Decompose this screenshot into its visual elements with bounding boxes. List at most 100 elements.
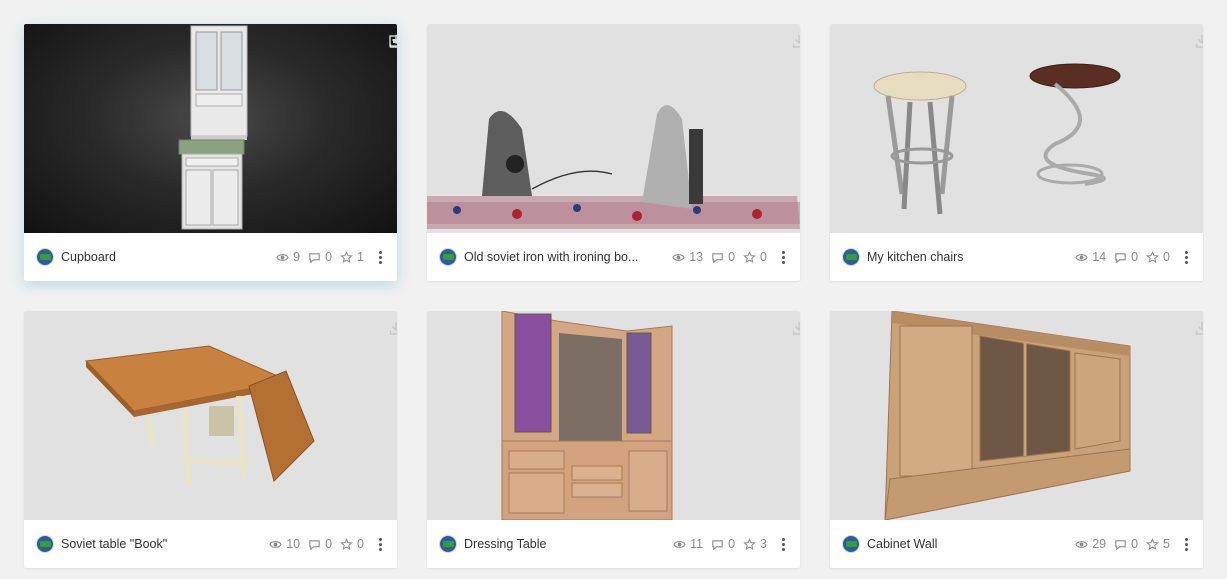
model-card[interactable]: Cupboard 9 0 1 bbox=[24, 24, 397, 281]
views-count: 10 bbox=[286, 537, 301, 551]
model-thumbnail[interactable] bbox=[427, 24, 800, 233]
avatar[interactable] bbox=[842, 535, 860, 553]
download-icon[interactable] bbox=[792, 34, 800, 48]
comment-icon bbox=[309, 539, 320, 550]
more-options-icon[interactable] bbox=[374, 535, 386, 553]
likes-stat[interactable]: 0 bbox=[1146, 250, 1170, 264]
download-icon[interactable] bbox=[389, 321, 397, 335]
avatar[interactable] bbox=[36, 248, 54, 266]
model-card[interactable]: Dressing Table 11 0 3 bbox=[427, 311, 800, 568]
cupboard-preview bbox=[178, 25, 248, 230]
download-icon[interactable] bbox=[1195, 34, 1203, 48]
download-icon[interactable] bbox=[792, 321, 800, 335]
comments-stat: 0 bbox=[1114, 250, 1138, 264]
model-footer: Cabinet Wall 29 0 5 bbox=[830, 520, 1203, 568]
views-stat: 11 bbox=[673, 537, 703, 551]
model-card[interactable]: Old soviet iron with ironing bo... 13 0 … bbox=[427, 24, 800, 281]
model-title[interactable]: Soviet table "Book" bbox=[61, 537, 261, 551]
likes-count: 5 bbox=[1163, 537, 1170, 551]
download-icon[interactable] bbox=[389, 34, 397, 48]
comments-count: 0 bbox=[728, 250, 736, 264]
model-title[interactable]: Old soviet iron with ironing bo... bbox=[464, 250, 664, 264]
eye-icon bbox=[276, 253, 289, 261]
star-icon bbox=[340, 250, 353, 263]
model-thumbnail[interactable] bbox=[427, 311, 800, 520]
model-stats: 10 0 0 bbox=[269, 537, 364, 551]
model-stats: 11 0 3 bbox=[673, 537, 767, 551]
star-icon bbox=[1146, 537, 1159, 550]
comments-stat: 0 bbox=[1114, 537, 1138, 551]
model-footer: My kitchen chairs 14 0 0 bbox=[830, 233, 1203, 281]
model-footer: Soviet table "Book" 10 0 0 bbox=[24, 520, 397, 568]
likes-count: 0 bbox=[760, 250, 767, 264]
model-footer: Old soviet iron with ironing bo... 13 0 … bbox=[427, 233, 800, 281]
comments-count: 0 bbox=[728, 537, 736, 551]
model-card[interactable]: Soviet table "Book" 10 0 0 bbox=[24, 311, 397, 568]
star-icon bbox=[743, 537, 756, 550]
likes-stat[interactable]: 5 bbox=[1146, 537, 1170, 551]
model-title[interactable]: Cupboard bbox=[61, 250, 268, 264]
more-options-icon[interactable] bbox=[1180, 248, 1192, 266]
iron-preview bbox=[427, 105, 800, 229]
avatar[interactable] bbox=[439, 248, 457, 266]
comments-stat: 0 bbox=[308, 250, 332, 264]
views-count: 14 bbox=[1092, 250, 1107, 264]
model-card[interactable]: My kitchen chairs 14 0 0 bbox=[830, 24, 1203, 281]
model-stats: 14 0 0 bbox=[1075, 250, 1170, 264]
likes-stat[interactable]: 3 bbox=[743, 537, 767, 551]
model-title[interactable]: My kitchen chairs bbox=[867, 250, 1067, 264]
model-card[interactable]: Cabinet Wall 29 0 5 bbox=[830, 311, 1203, 568]
model-thumbnail[interactable] bbox=[830, 311, 1203, 520]
views-count: 11 bbox=[690, 537, 704, 551]
model-stats: 9 0 1 bbox=[276, 250, 364, 264]
views-stat: 14 bbox=[1075, 250, 1106, 264]
eye-icon bbox=[672, 253, 685, 261]
star-icon bbox=[340, 537, 353, 550]
likes-stat[interactable]: 1 bbox=[340, 250, 364, 264]
stools-preview bbox=[873, 63, 1121, 215]
comments-stat: 0 bbox=[308, 537, 332, 551]
comment-icon bbox=[1115, 539, 1126, 550]
avatar[interactable] bbox=[842, 248, 860, 266]
views-count: 13 bbox=[689, 250, 704, 264]
views-count: 29 bbox=[1092, 537, 1107, 551]
model-title[interactable]: Cabinet Wall bbox=[867, 537, 1067, 551]
avatar[interactable] bbox=[439, 535, 457, 553]
likes-count: 0 bbox=[1163, 250, 1170, 264]
model-stats: 13 0 0 bbox=[672, 250, 767, 264]
comments-count: 0 bbox=[325, 537, 333, 551]
download-icon[interactable] bbox=[1195, 321, 1203, 335]
model-thumbnail[interactable] bbox=[24, 311, 397, 520]
model-title[interactable]: Dressing Table bbox=[464, 537, 665, 551]
more-options-icon[interactable] bbox=[374, 248, 386, 266]
comment-icon bbox=[1115, 252, 1126, 263]
views-stat: 29 bbox=[1075, 537, 1106, 551]
comments-count: 0 bbox=[1131, 250, 1139, 264]
more-options-icon[interactable] bbox=[777, 535, 789, 553]
eye-icon bbox=[269, 540, 282, 548]
dresser-preview bbox=[501, 311, 673, 520]
likes-stat[interactable]: 0 bbox=[743, 250, 767, 264]
model-footer: Cupboard 9 0 1 bbox=[24, 233, 397, 281]
model-thumbnail[interactable] bbox=[830, 24, 1203, 233]
comments-count: 0 bbox=[325, 250, 333, 264]
model-footer: Dressing Table 11 0 3 bbox=[427, 520, 800, 568]
avatar[interactable] bbox=[36, 535, 54, 553]
eye-icon bbox=[673, 540, 686, 548]
comment-icon bbox=[309, 252, 320, 263]
model-thumbnail[interactable] bbox=[24, 24, 397, 233]
more-options-icon[interactable] bbox=[1180, 535, 1192, 553]
eye-icon bbox=[1075, 540, 1088, 548]
likes-count: 3 bbox=[760, 537, 767, 551]
star-icon bbox=[743, 250, 756, 263]
likes-stat[interactable]: 0 bbox=[340, 537, 364, 551]
views-stat: 9 bbox=[276, 250, 300, 264]
more-options-icon[interactable] bbox=[777, 248, 789, 266]
star-icon bbox=[1146, 250, 1159, 263]
comment-icon bbox=[712, 252, 723, 263]
comments-stat: 0 bbox=[711, 537, 735, 551]
likes-count: 1 bbox=[357, 250, 364, 264]
model-stats: 29 0 5 bbox=[1075, 537, 1170, 551]
views-count: 9 bbox=[293, 250, 301, 264]
comments-count: 0 bbox=[1131, 537, 1139, 551]
